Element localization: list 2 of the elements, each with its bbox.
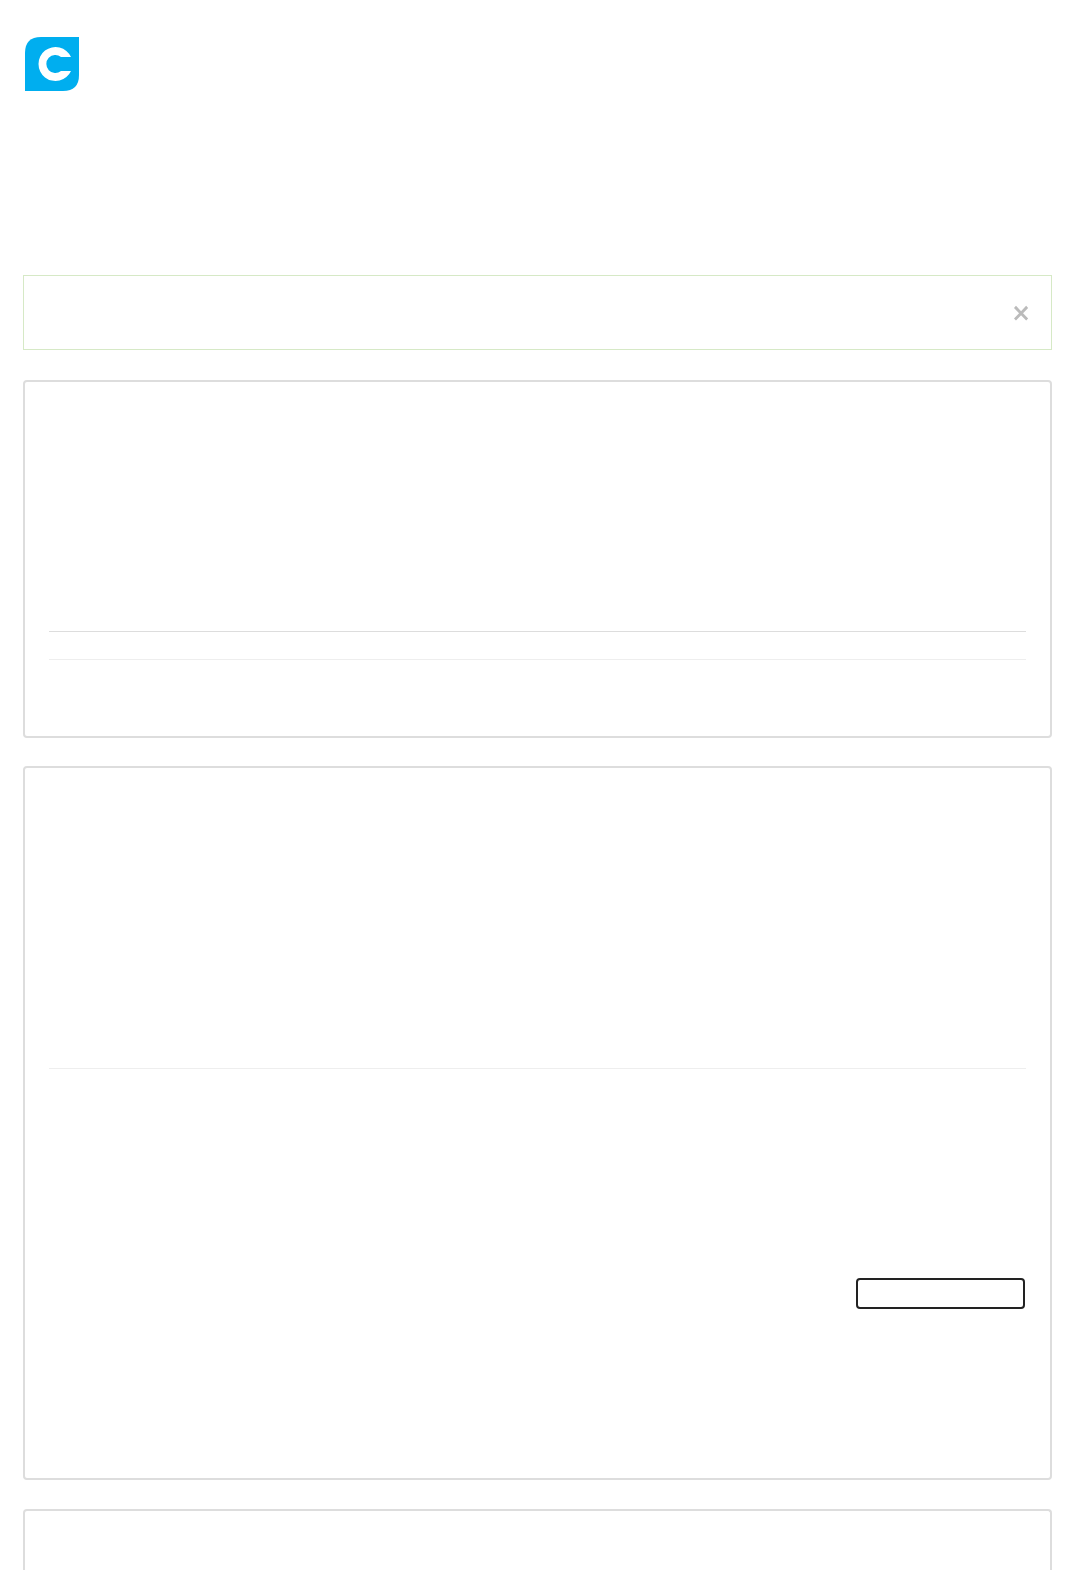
close-button[interactable]: × [1010,300,1031,325]
outline-button[interactable] [856,1278,1025,1309]
